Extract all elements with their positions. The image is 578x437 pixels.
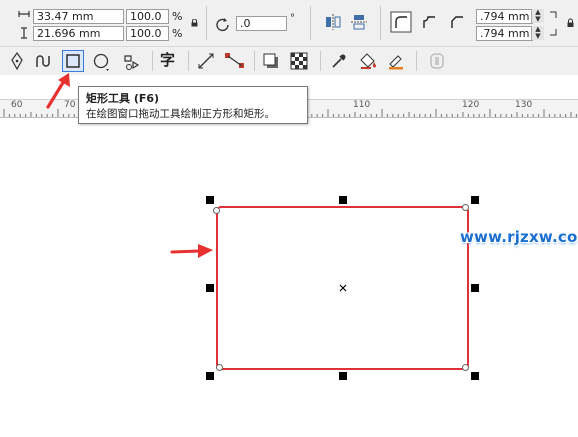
polygon-tool-icon[interactable]: [122, 53, 142, 71]
rectangle-tool-button[interactable]: [62, 50, 84, 72]
mirror-vertical-icon[interactable]: [350, 13, 368, 31]
toolbox-row: 字: [0, 47, 578, 75]
rectangle-icon: [66, 54, 80, 68]
width-icon: [18, 11, 30, 17]
drop-shadow-icon[interactable]: [262, 52, 280, 70]
selection-handle-bottom[interactable]: [339, 372, 347, 380]
ruler-label: 120: [462, 100, 480, 110]
lock-ratio-icon[interactable]: [191, 19, 198, 27]
selection-handle-bottom-right[interactable]: [471, 372, 479, 380]
corner-link-icon[interactable]: [548, 10, 558, 20]
center-marker-icon: [339, 284, 347, 292]
rotation-angle-field[interactable]: .0: [236, 16, 287, 31]
outline-pen-icon[interactable]: [386, 52, 406, 70]
text-tool-icon[interactable]: 字: [160, 51, 175, 69]
chamfered-corner-icon[interactable]: [446, 11, 468, 33]
transparency-icon[interactable]: [290, 52, 308, 70]
corner-node[interactable]: [213, 207, 220, 214]
scalloped-corner-icon[interactable]: [418, 11, 440, 33]
dimension-line-icon[interactable]: [197, 52, 215, 70]
corner-radius-bottom-field[interactable]: .794 mm: [476, 26, 533, 41]
pointer-arrow-icon: [170, 244, 213, 258]
property-bar: 33.47 mm 21.696 mm 100.0 100.0 % % .0 ° …: [0, 0, 578, 47]
selection-handle-top-left[interactable]: [206, 196, 214, 204]
scale-x-field[interactable]: 100.0: [126, 9, 169, 24]
watermark: www.rjzxw.com: [460, 228, 578, 246]
interactive-fill-icon[interactable]: [428, 52, 446, 70]
ruler-label: 110: [353, 100, 371, 110]
object-height-field[interactable]: 21.696 mm: [33, 26, 124, 41]
scale-y-field[interactable]: 100.0: [126, 26, 169, 41]
height-icon: [21, 27, 27, 39]
ruler-label: 60: [11, 100, 23, 110]
lock-corners-icon[interactable]: [566, 18, 576, 28]
object-width-field[interactable]: 33.47 mm: [33, 9, 124, 24]
percent-label-y: %: [172, 27, 183, 40]
connector-tool-icon[interactable]: [224, 52, 246, 70]
tooltip-title: 矩形工具 (F6): [86, 92, 160, 105]
pen-tool-icon[interactable]: [10, 52, 24, 70]
round-corner-icon[interactable]: [390, 11, 412, 33]
spin-down-icon[interactable]: ▼: [531, 33, 544, 40]
rotation-icon: [216, 18, 229, 32]
selection-handle-left[interactable]: [206, 284, 214, 292]
selection-handle-top[interactable]: [339, 196, 347, 204]
selection-handle-right[interactable]: [471, 284, 479, 292]
pointer-arrow-icon: [46, 73, 70, 109]
corner-node[interactable]: [462, 364, 469, 371]
ellipse-tool-icon[interactable]: [93, 53, 111, 71]
corner-node[interactable]: [462, 204, 469, 211]
degree-icon: °: [290, 13, 295, 24]
spin-down-icon[interactable]: ▼: [531, 16, 544, 23]
percent-label-x: %: [172, 10, 183, 23]
fill-bucket-icon[interactable]: [358, 52, 378, 70]
corner-node[interactable]: [216, 364, 223, 371]
selection-handle-top-right[interactable]: [471, 196, 479, 204]
selection-handle-bottom-left[interactable]: [206, 372, 214, 380]
eyedropper-icon[interactable]: [330, 52, 348, 70]
corner-radius-top-field[interactable]: .794 mm: [476, 9, 533, 24]
ruler-label: 130: [515, 100, 533, 110]
corner-link-icon[interactable]: [548, 27, 558, 37]
mirror-horizontal-icon[interactable]: [324, 13, 342, 31]
freehand-curve-icon[interactable]: [34, 52, 52, 70]
